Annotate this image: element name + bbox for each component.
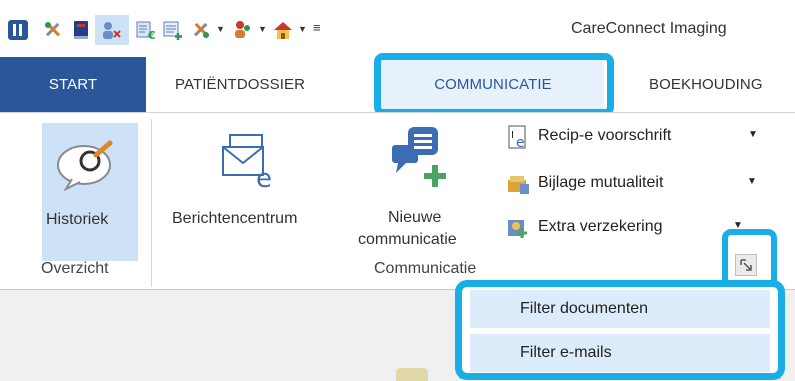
quick-access-toolbar: € ▼ ▼ ▼ ≡ CareConnect Imaging bbox=[0, 0, 795, 57]
nieuwe-communicatie-button[interactable]: Nieuwe communicatie bbox=[356, 121, 498, 257]
chevron-down-icon[interactable]: ▼ bbox=[298, 24, 307, 34]
chevron-down-icon[interactable]: ▼ bbox=[748, 129, 758, 140]
bijlage-mutualiteit-button[interactable]: Bijlage mutualiteit ▼ bbox=[506, 170, 757, 198]
mutuality-icon bbox=[508, 176, 529, 194]
menu-item-label: Filter documenten bbox=[520, 300, 649, 317]
chevron-down-icon[interactable]: ▼ bbox=[733, 220, 743, 231]
svg-text:I: I bbox=[511, 130, 514, 141]
dialog-launcher-button[interactable] bbox=[735, 254, 757, 276]
euro-document-icon[interactable]: € bbox=[135, 19, 157, 41]
bijlage-mutualiteit-label: Bijlage mutualiteit bbox=[538, 174, 664, 191]
window-title: CareConnect Imaging bbox=[571, 20, 727, 37]
prescription-icon: I e bbox=[508, 125, 526, 149]
menu-item-filter-emails[interactable]: Filter e-mails bbox=[470, 334, 770, 372]
nieuwe-label-line1: Nieuwe bbox=[388, 209, 442, 226]
historiek-label: Historiek bbox=[46, 211, 109, 228]
partial-icon bbox=[396, 368, 428, 381]
chevron-down-icon[interactable]: ▼ bbox=[216, 24, 225, 34]
menu-item-label: Filter e-mails bbox=[520, 344, 612, 361]
tab-boekhouding[interactable]: BOEKHOUDING bbox=[649, 57, 763, 112]
schedule-icon[interactable] bbox=[162, 19, 184, 41]
historiek-button[interactable]: Historiek bbox=[42, 123, 138, 261]
people-icon[interactable] bbox=[232, 19, 254, 41]
patient-tools-icon bbox=[103, 22, 121, 39]
svg-text:e: e bbox=[256, 164, 272, 189]
insurance-icon bbox=[508, 220, 527, 238]
message-center-icon: e bbox=[222, 134, 272, 189]
recip-e-voorschrift-button[interactable]: I e Recip-e voorschrift ▼ bbox=[506, 123, 758, 151]
berichtencentrum-button[interactable]: e Berichtencentrum bbox=[166, 127, 346, 237]
ribbon-tabs: START PATIËNTDOSSIER COMMUNICATIE BOEKHO… bbox=[0, 57, 795, 112]
ribbon-panel: Historiek Overzicht e Berichtencentrum N… bbox=[0, 112, 795, 290]
nieuwe-label-line2: communicatie bbox=[358, 231, 457, 248]
svg-text:€: € bbox=[147, 29, 156, 41]
group-label-overzicht: Overzicht bbox=[41, 260, 109, 277]
tab-start[interactable]: START bbox=[0, 57, 146, 112]
svg-text:e: e bbox=[516, 135, 525, 149]
settings-tools-icon[interactable] bbox=[190, 19, 212, 41]
tools-icon[interactable] bbox=[42, 19, 64, 41]
history-search-icon bbox=[57, 140, 113, 191]
extra-verzekering-label: Extra verzekering bbox=[538, 218, 663, 235]
chevron-down-icon[interactable]: ▼ bbox=[258, 24, 267, 34]
group-label-communicatie: Communicatie bbox=[374, 260, 477, 277]
extra-verzekering-button[interactable]: Extra verzekering ▼ bbox=[506, 214, 756, 242]
app-icon[interactable] bbox=[7, 19, 29, 41]
launcher-arrow-icon bbox=[740, 259, 752, 271]
tab-communicatie[interactable]: COMMUNICATIE bbox=[382, 57, 604, 112]
new-message-icon bbox=[392, 127, 446, 187]
chevron-down-icon[interactable]: ▼ bbox=[747, 176, 757, 187]
menu-item-filter-documenten[interactable]: Filter documenten bbox=[470, 290, 770, 328]
customize-qat-icon[interactable]: ≡ bbox=[313, 20, 321, 35]
berichtencentrum-label: Berichtencentrum bbox=[172, 210, 298, 227]
launcher-dropdown-menu: Filter documenten Filter e-mails bbox=[459, 283, 781, 379]
book-icon[interactable] bbox=[70, 19, 92, 41]
house-icon[interactable] bbox=[272, 19, 294, 41]
tab-patientdossier[interactable]: PATIËNTDOSSIER bbox=[175, 57, 305, 112]
recip-e-label: Recip-e voorschrift bbox=[538, 127, 672, 144]
group-separator bbox=[151, 119, 152, 287]
